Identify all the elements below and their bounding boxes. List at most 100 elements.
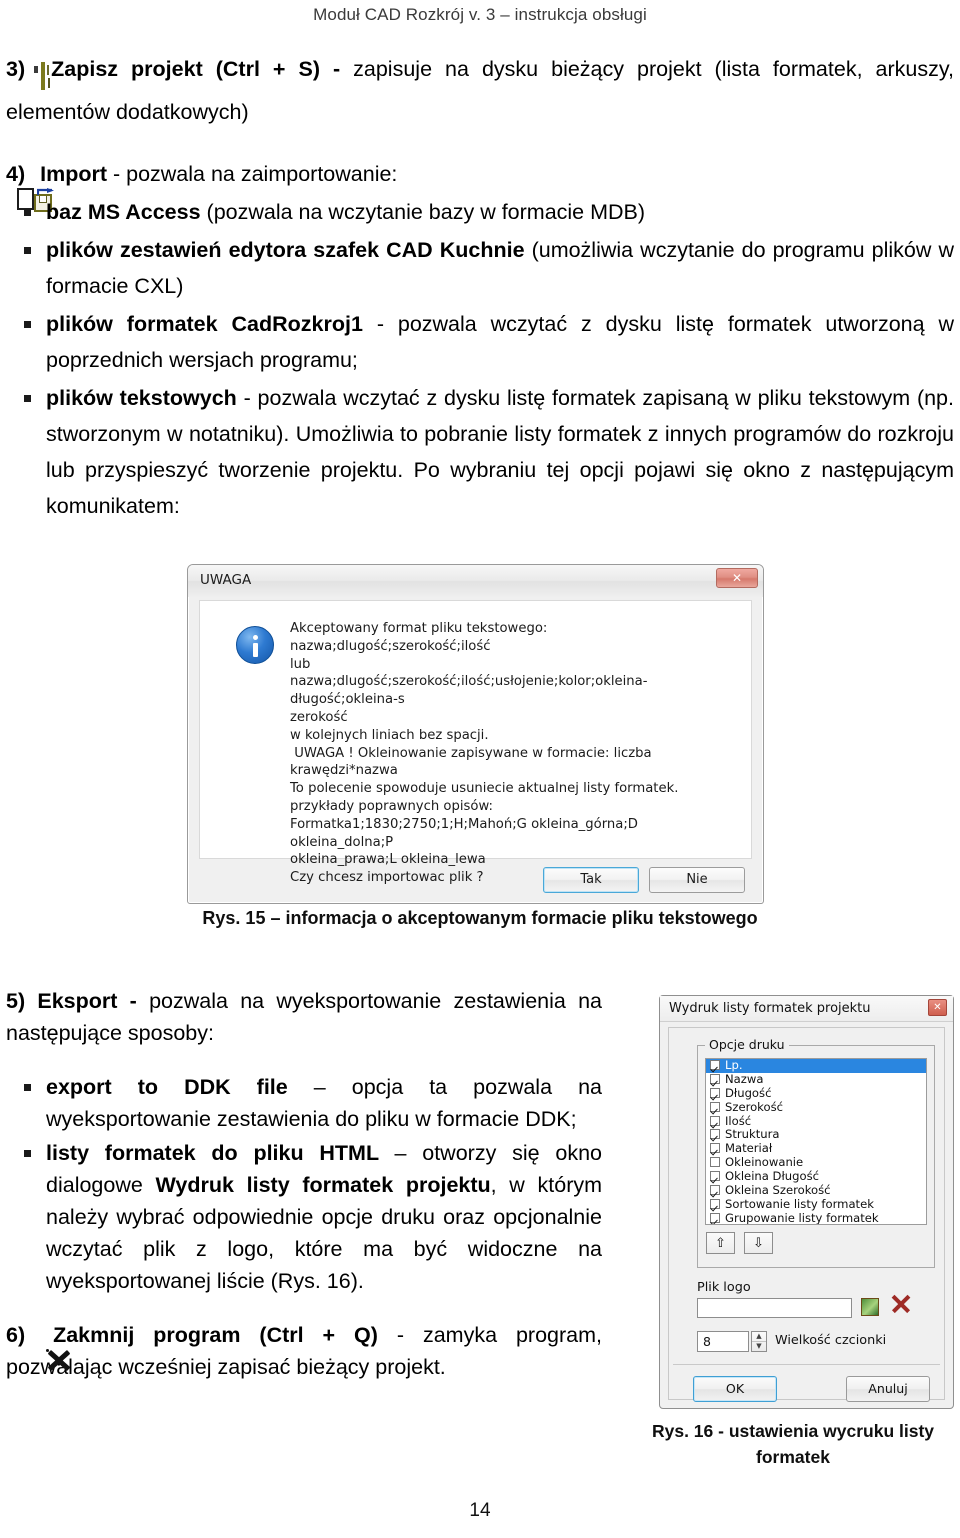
close-icon[interactable]: ✕ (928, 999, 947, 1016)
checkbox-icon[interactable] (710, 1185, 720, 1196)
move-up-button[interactable]: ⇧ (706, 1232, 735, 1254)
bullet-bold-4: plików tekstowych (46, 386, 244, 410)
spinner-up-icon[interactable]: ▲ (752, 1332, 766, 1342)
export-bold-2b: Wydruk listy formatek projektu (155, 1173, 491, 1197)
dialog-uwaga: UWAGA ✕ Akceptowany format pliku tekstow… (187, 564, 764, 904)
bullet-bold-1: baz MS Access (46, 200, 207, 224)
option-label: Grupowanie listy formatek (725, 1210, 879, 1225)
list-item[interactable]: Nazwa (706, 1071, 926, 1087)
list-item: listy formatek do pliku HTML – otworzy s… (6, 1137, 602, 1297)
checkbox-icon[interactable] (710, 1073, 720, 1084)
list-item[interactable]: Materiał (706, 1141, 926, 1156)
list-item[interactable]: Ilość (706, 1113, 926, 1129)
cancel-button[interactable]: Anuluj (846, 1376, 930, 1402)
option-label: Okleina Szerokość (725, 1183, 831, 1198)
checkbox-icon[interactable] (710, 1212, 720, 1223)
list-item: plików zestawień edytora szafek CAD Kuch… (6, 232, 954, 304)
ok-button[interactable]: OK (693, 1376, 777, 1402)
dialog-uwaga-title: UWAGA (200, 572, 252, 588)
no-button[interactable]: Nie (649, 867, 745, 893)
checkbox-icon[interactable] (710, 1115, 720, 1126)
export-bold-2: listy formatek do pliku HTML (46, 1141, 395, 1165)
font-size-input[interactable]: 8 (697, 1331, 749, 1352)
close-icon[interactable]: ✕ (716, 568, 758, 588)
list-item[interactable]: Długość (706, 1085, 926, 1101)
item-4-bold-label: Import (40, 162, 107, 186)
import-bullet-list: baz MS Access (pozwala na wczytanie bazy… (6, 194, 954, 524)
checkbox-icon[interactable] (710, 1198, 720, 1209)
item-3-save-project: 3) Zapisz projekt (Ctrl + S) - zapisuje … (6, 51, 954, 130)
checkbox-icon[interactable] (710, 1171, 720, 1182)
page-number: 14 (469, 1500, 491, 1521)
print-options-listbox[interactable]: Lp. Nazwa Długość Szerokość Ilość Strukt… (705, 1058, 927, 1225)
arrow-down-icon: ⇩ (753, 1236, 764, 1251)
item-4-number: 4) (6, 162, 26, 186)
dialog-uwaga-message: Akceptowany format pliku tekstowego: naz… (290, 621, 679, 886)
checkbox-icon[interactable] (710, 1060, 720, 1070)
spinner-down-icon[interactable]: ▼ (752, 1342, 766, 1352)
item-6-bold-label: Zakmnij program (Ctrl + Q) (53, 1323, 378, 1347)
browse-image-icon[interactable] (861, 1298, 879, 1316)
bullet-bold-3: plików formatek CadRozkroj1 (46, 312, 377, 336)
item-5-number: 5) Eksport - (6, 989, 150, 1013)
checkbox-icon[interactable] (710, 1087, 720, 1098)
checkbox-icon[interactable] (710, 1143, 720, 1154)
dialog-wydruk-titlebar[interactable]: Wydruk listy formatek projektu ✕ (660, 996, 953, 1022)
checkbox-icon[interactable] (710, 1101, 720, 1112)
option-label: Lp. (725, 1058, 743, 1072)
list-item[interactable]: Okleina Długość (706, 1169, 926, 1184)
option-label: Nazwa (725, 1071, 764, 1086)
document-body: 3) Zapisz projekt (Ctrl + S) - zapisuje … (0, 51, 960, 524)
list-item: baz MS Access (pozwala na wczytanie bazy… (6, 194, 954, 230)
print-options-group: Opcje druku Lp. Nazwa Długość Szerokość … (697, 1037, 935, 1268)
font-size-spinner[interactable]: ▲ ▼ (751, 1331, 767, 1352)
figure-caption-16: Rys. 16 - ustawienia wycruku listy forma… (651, 1421, 935, 1467)
divider (673, 1364, 940, 1365)
dialog-uwaga-titlebar[interactable]: UWAGA ✕ (188, 565, 763, 597)
item-5-export: 5) Eksport - pozwala na wyeksportowanie … (6, 985, 602, 1049)
list-item[interactable]: Lp. (706, 1059, 926, 1073)
clear-logo-icon[interactable] (891, 1294, 911, 1314)
dialog-uwaga-buttons: Tak Nie (543, 867, 745, 893)
list-item[interactable]: Grupowanie listy formatek (706, 1210, 926, 1225)
list-item: plików tekstowych - pozwala wczytać z dy… (6, 380, 954, 524)
arrow-up-icon: ⇧ (715, 1236, 726, 1251)
option-label: Długość (725, 1085, 772, 1100)
dialog-wydruk-title: Wydruk listy formatek projektu (669, 1001, 871, 1016)
checkbox-icon[interactable] (710, 1129, 720, 1140)
logo-file-input[interactable] (697, 1298, 852, 1318)
item-6-number: 6) (6, 1323, 26, 1347)
option-label: Szerokość (725, 1099, 783, 1114)
print-options-label: Opcje druku (705, 1037, 789, 1052)
export-bold-1: export to DDK file (46, 1075, 314, 1099)
dialog-uwaga-body: Akceptowany format pliku tekstowego: naz… (199, 600, 752, 885)
list-item[interactable]: Sortowanie listy formatek (706, 1196, 926, 1212)
list-item[interactable]: Okleinowanie (706, 1155, 926, 1170)
dialog-wydruk: Wydruk listy formatek projektu ✕ Opcje d… (659, 995, 954, 1409)
option-label: Okleinowanie (725, 1155, 804, 1170)
move-down-button[interactable]: ⇩ (744, 1232, 773, 1254)
list-item[interactable]: Struktura (706, 1128, 926, 1142)
checkbox-icon[interactable] (710, 1157, 720, 1168)
export-bullet-list: export to DDK file – opcja ta pozwala na… (6, 1071, 602, 1297)
item-3-bold-label: Zapisz projekt (Ctrl + S) - (51, 57, 341, 81)
dialog-wydruk-body: Opcje druku Lp. Nazwa Długość Szerokość … (668, 1027, 945, 1402)
list-item[interactable]: Szerokość (706, 1099, 926, 1115)
option-label: Sortowanie listy formatek (725, 1196, 874, 1211)
option-label: Struktura (725, 1127, 780, 1142)
yes-button[interactable]: Tak (543, 867, 639, 893)
bullet-bold-2: plików zestawień edytora szafek CAD Kuch… (46, 238, 532, 262)
figure-caption-15: Rys. 15 – informacja o akceptowanym form… (202, 908, 758, 928)
reorder-buttons: ⇧ ⇩ (706, 1232, 773, 1254)
logo-file-label: Plik logo (697, 1280, 751, 1295)
page-header: Moduł CAD Rozkrój v. 3 – instrukcja obsł… (0, 0, 960, 25)
list-item: export to DDK file – opcja ta pozwala na… (6, 1071, 602, 1135)
item-6-close-program: 6) Zakmnij program (Ctrl + Q) - zamyka p… (6, 1319, 602, 1383)
item-4-import: 4) Import - pozwala na zaimportowanie: (6, 156, 954, 212)
option-label: Okleina Długość (725, 1169, 819, 1184)
header-title: Moduł CAD Rozkrój v. 3 – instrukcja obsł… (313, 5, 647, 24)
item-3-number: 3) (6, 57, 26, 81)
list-item[interactable]: Okleina Szerokość (706, 1183, 926, 1198)
option-label: Materiał (725, 1141, 773, 1156)
option-label: Ilość (725, 1113, 752, 1128)
